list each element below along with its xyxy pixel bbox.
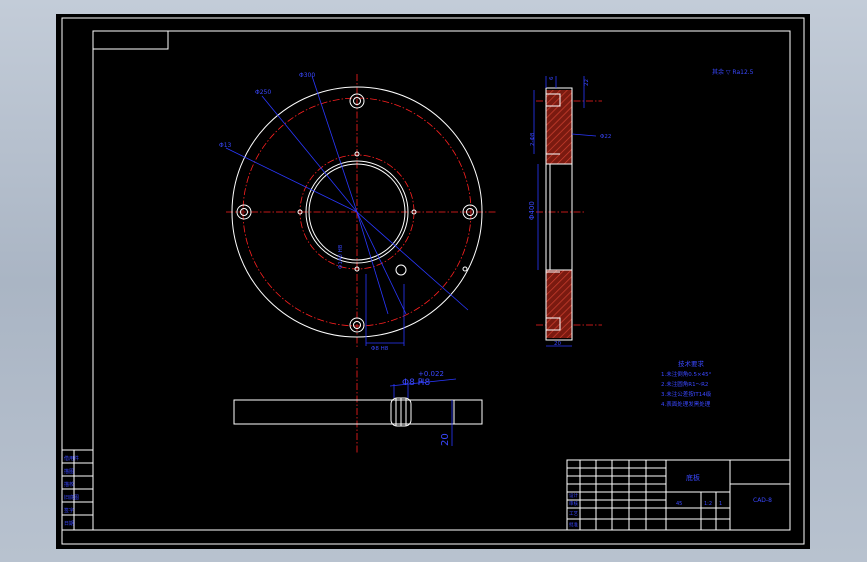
- label-d-bore: Φ140 H8: [338, 244, 344, 269]
- tech-note-4: 4.表面处理发黑处理: [661, 400, 711, 408]
- label-top-depth: 6: [549, 76, 555, 80]
- drawing-viewport[interactable]: 借用件 描图 描校 旧底图 签字 日期 Φ300 Φ250 Φ13 Φ8 H8 …: [56, 14, 810, 549]
- label-thickness: 20: [440, 433, 451, 446]
- title-part-name: 底板: [686, 473, 700, 482]
- dim-leader-4: [356, 211, 407, 315]
- section-hatch-bottom: [546, 270, 572, 338]
- label-top-right: 22: [584, 79, 590, 86]
- tech-notes: 技术要求 1.未注倒角0.5×45° 2.未注圆角R1～R2 3.未注公差按IT…: [661, 359, 712, 408]
- dim-leader-6: [356, 211, 469, 311]
- roughness-note: 其余 ▽ Ra12.5: [712, 68, 754, 76]
- label-d-face: Φ400: [528, 201, 536, 220]
- outer-frame: [61, 17, 805, 545]
- left-strip: 借用件 描图 描校 旧底图 签字 日期: [61, 449, 94, 531]
- label-bottom-w: 20: [554, 341, 561, 347]
- label-side-r: Φ22: [600, 134, 611, 140]
- pin-hole: [395, 264, 407, 276]
- label-side-h: 2-Φ8: [530, 132, 536, 146]
- inner-frame: [92, 30, 791, 531]
- plan-outline: [233, 399, 483, 425]
- title-scale: 1:2: [704, 501, 712, 507]
- title-sheet: 1: [719, 501, 722, 507]
- dim-side-right-leader: [571, 133, 597, 137]
- label-slot-width: Φ8 H8: [402, 378, 430, 388]
- title-code: CAD-8: [753, 497, 772, 504]
- left-strip-label-3: 描校: [64, 481, 74, 488]
- label-d-hole: Φ13: [219, 142, 232, 149]
- left-strip-label-1: 借用件: [64, 455, 79, 462]
- label-d-outer: Φ300: [299, 72, 315, 79]
- dim-leader-1: [311, 75, 358, 213]
- section-hatch-top: [546, 90, 572, 164]
- title-row-3: 工艺: [569, 511, 578, 517]
- title-block: 底板 CAD-8 45 1:2 1 设计 审核 工艺 批准: [566, 459, 791, 531]
- title-row-4: 批准: [569, 521, 578, 528]
- left-strip-label-4: 旧底图: [64, 494, 79, 501]
- label-d-bolt: Φ250: [255, 89, 271, 96]
- tech-note-3: 3.未注公差按IT14级: [661, 390, 712, 398]
- left-strip-label-5: 签字: [64, 507, 74, 514]
- left-strip-label-2: 描图: [64, 468, 74, 475]
- title-row-1: 设计: [569, 492, 578, 499]
- dim-leader-3: [225, 147, 358, 213]
- code-box: [92, 30, 169, 50]
- section-view: 6 22 2-Φ8 Φ400 Φ22 20: [528, 76, 611, 347]
- front-view: Φ300 Φ250 Φ13 Φ8 H8 Φ140 H8: [219, 72, 496, 454]
- left-strip-label-6: 日期: [64, 521, 74, 527]
- title-material: 45: [676, 501, 682, 507]
- label-width-slot: Φ8 H8: [371, 346, 389, 352]
- tech-notes-title: 技术要求: [678, 359, 705, 368]
- tech-note-1: 1.未注倒角0.5×45°: [661, 370, 712, 378]
- title-row-2: 审核: [569, 500, 578, 507]
- tech-note-2: 2.未注圆角R1～R2: [661, 380, 708, 388]
- plan-view: +0.022 0 Φ8 H8 20: [233, 370, 483, 446]
- cad-drawing: 借用件 描图 描校 旧底图 签字 日期 Φ300 Φ250 Φ13 Φ8 H8 …: [61, 17, 805, 545]
- small-hole-outer: [462, 266, 468, 272]
